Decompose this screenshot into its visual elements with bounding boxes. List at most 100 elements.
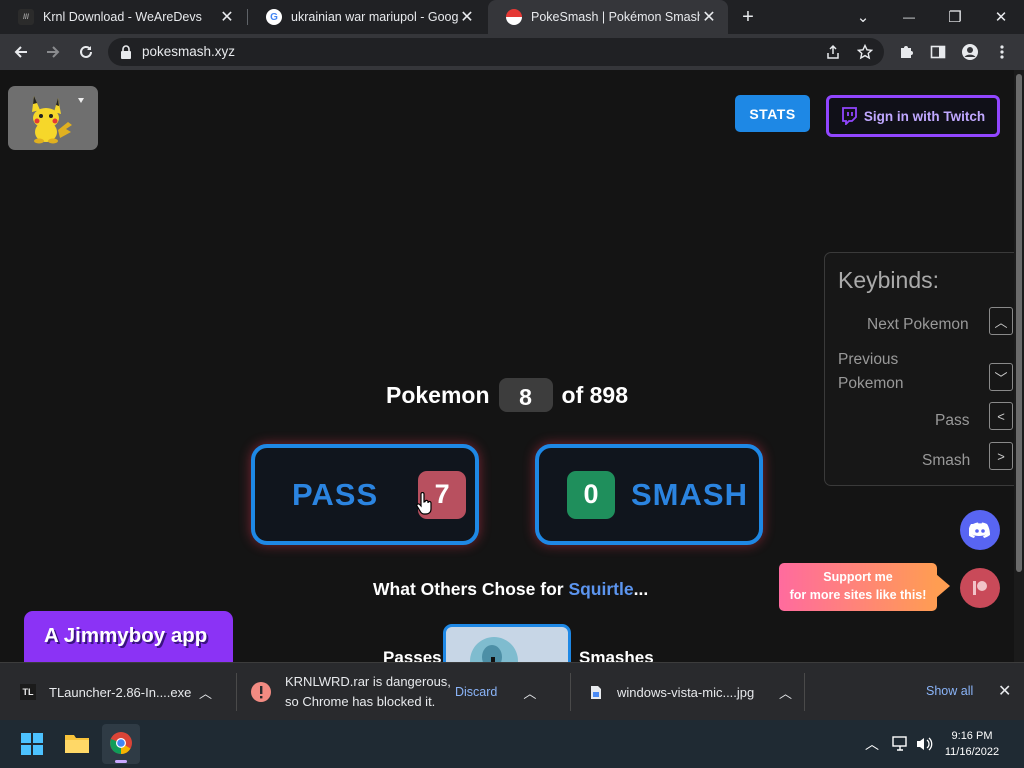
lock-icon: [121, 45, 131, 59]
smash-count-badge: 0: [567, 470, 615, 519]
address-bar[interactable]: pokesmash.xyz: [108, 38, 884, 66]
keybind-label-next: Next Pokemon: [867, 316, 969, 333]
keybind-key-left-icon: <: [989, 402, 1013, 430]
keybind-label-previous: Previous Pokemon: [838, 351, 904, 392]
chevron-up-icon[interactable]: ︿: [523, 683, 536, 702]
clock-time: 9:16 PM: [951, 730, 993, 742]
tray-overflow-chevron-icon[interactable]: ︿: [865, 734, 879, 754]
smashes-label: Smashes: [579, 648, 654, 662]
tab-close-icon[interactable]: ✕: [700, 7, 718, 27]
tab-close-icon[interactable]: ✕: [458, 7, 476, 27]
tab-title: ukrainian war mariupol - Google: [291, 10, 458, 24]
chevron-up-icon[interactable]: ︿: [779, 683, 792, 702]
keybind-label-pass: Pass: [935, 412, 970, 429]
tab-pokesmash[interactable]: PokeSmash | Pokémon Smash or ✕: [488, 0, 728, 34]
chrome-taskbar-button[interactable]: [102, 724, 140, 764]
side-panel-icon: [930, 45, 946, 59]
clock-date: 11/16/2022: [944, 746, 1000, 758]
jimmyboy-app-banner[interactable]: A Jimmyboy app: [24, 611, 233, 662]
side-panel-button[interactable]: [924, 38, 952, 66]
pokemon-selector[interactable]: [8, 86, 98, 150]
tab-close-icon[interactable]: ✕: [218, 7, 236, 27]
tab-title: PokeSmash | Pokémon Smash or: [531, 10, 700, 24]
others-suffix: ...: [633, 579, 649, 599]
chevron-up-icon[interactable]: ︿: [199, 683, 212, 702]
tab-title: Krnl Download - WeAreDevs: [43, 10, 202, 24]
volume-icon[interactable]: [916, 736, 934, 752]
url-text: pokesmash.xyz: [142, 44, 236, 59]
profile-button[interactable]: [956, 38, 984, 66]
pass-label: PASS: [292, 476, 379, 512]
tab-strip: /// Krnl Download - WeAreDevs ✕ G ukrain…: [0, 0, 1024, 34]
warning-line-2: so Chrome has blocked it.: [285, 694, 436, 709]
extensions-button[interactable]: [892, 38, 920, 66]
kebab-menu-icon: [1000, 45, 1004, 59]
page-scrollbar[interactable]: [1014, 70, 1024, 662]
others-pokemon-name[interactable]: Squirtle: [568, 579, 633, 599]
restore-button[interactable]: ❐: [932, 0, 978, 34]
download-item-vista[interactable]: windows-vista-mic....jpg ︿: [590, 663, 800, 721]
discord-icon: [969, 522, 990, 538]
file-icon: [591, 685, 601, 699]
keybinds-panel: Keybinds: Next Pokemon ︿ Previous Pokemo…: [824, 252, 1014, 486]
keybind-label-smash: Smash: [922, 452, 971, 469]
taskbar-clock[interactable]: 9:16 PM 11/16/2022: [942, 728, 1002, 760]
file-explorer-icon[interactable]: [64, 732, 90, 754]
support-bubble[interactable]: Support me for more sites like this!: [779, 563, 937, 611]
support-arrow: [936, 574, 950, 598]
show-all-downloads-button[interactable]: Show all: [926, 684, 973, 698]
twitch-signin-button[interactable]: Sign in with Twitch: [826, 95, 1000, 137]
back-arrow-icon: [14, 46, 27, 58]
counter-suffix: of 898: [561, 381, 629, 408]
counter-prefix: Pokemon: [386, 381, 490, 408]
network-icon[interactable]: [892, 736, 910, 752]
back-button[interactable]: [7, 38, 35, 66]
bookmark-star-icon[interactable]: [857, 44, 873, 60]
smash-button[interactable]: 0 SMASH: [535, 444, 763, 545]
smash-label: SMASH: [631, 476, 748, 512]
danger-warning-icon: [251, 682, 271, 702]
discord-button[interactable]: [960, 510, 1000, 550]
forward-button[interactable]: [39, 38, 67, 66]
menu-button[interactable]: [988, 38, 1016, 66]
keybinds-title: Keybinds:: [838, 267, 940, 293]
pikachu-icon: [32, 96, 72, 144]
discard-button[interactable]: Discard: [455, 685, 497, 699]
twitch-icon: [841, 107, 857, 125]
counter-current[interactable]: 8: [498, 378, 553, 412]
minimize-button[interactable]: —: [886, 0, 932, 34]
pass-button[interactable]: PASS 7: [251, 444, 479, 545]
tab-search-button[interactable]: ⌄: [840, 0, 886, 34]
tab-krnl[interactable]: /// Krnl Download - WeAreDevs ✕: [0, 0, 246, 34]
twitch-signin-label: Sign in with Twitch: [863, 108, 986, 124]
download-separator: [804, 673, 805, 711]
page-content: STATS Sign in with Twitch Keybinds: Next…: [0, 70, 1014, 662]
close-download-bar-icon[interactable]: ✕: [998, 681, 1011, 701]
windows-taskbar: ︿ 9:16 PM 11/16/2022: [0, 720, 1024, 768]
new-tab-button[interactable]: +: [725, 0, 771, 34]
puzzle-icon: [901, 46, 913, 58]
scrollbar-thumb[interactable]: [1016, 74, 1022, 572]
squirtle-sprite: [443, 624, 571, 662]
support-line-1: Support me: [823, 570, 893, 584]
google-favicon-icon: G: [266, 9, 282, 25]
download-warning-text: KRNLWRD.rar is dangerous, so Chrome has …: [285, 672, 455, 712]
dropdown-caret-icon: [78, 98, 84, 103]
stats-button[interactable]: STATS: [735, 95, 810, 132]
support-line-2: for more sites like this!: [789, 588, 927, 602]
download-item-krnlwrd: KRNLWRD.rar is dangerous, so Chrome has …: [250, 663, 560, 721]
others-chose-heading: What Others Chose for Squirtle...: [373, 579, 648, 600]
pokeball-favicon-icon: [506, 9, 522, 25]
keybind-key-up-icon: ︿: [989, 307, 1013, 335]
tab-google[interactable]: G ukrainian war mariupol - Google ✕: [248, 0, 486, 34]
window-close-button[interactable]: ✕: [978, 0, 1024, 34]
hand-cursor-icon: [416, 492, 432, 515]
reload-button[interactable]: [72, 38, 100, 66]
patreon-icon: [973, 581, 987, 595]
download-item-tlauncher[interactable]: TL TLauncher-2.86-In....exe ︿: [20, 663, 230, 721]
patreon-button[interactable]: [960, 568, 1000, 608]
pokemon-counter: Pokemon 8 of 898: [386, 378, 628, 412]
share-icon[interactable]: [825, 44, 841, 60]
chrome-icon: [110, 732, 132, 754]
windows-start-icon[interactable]: [21, 733, 43, 755]
